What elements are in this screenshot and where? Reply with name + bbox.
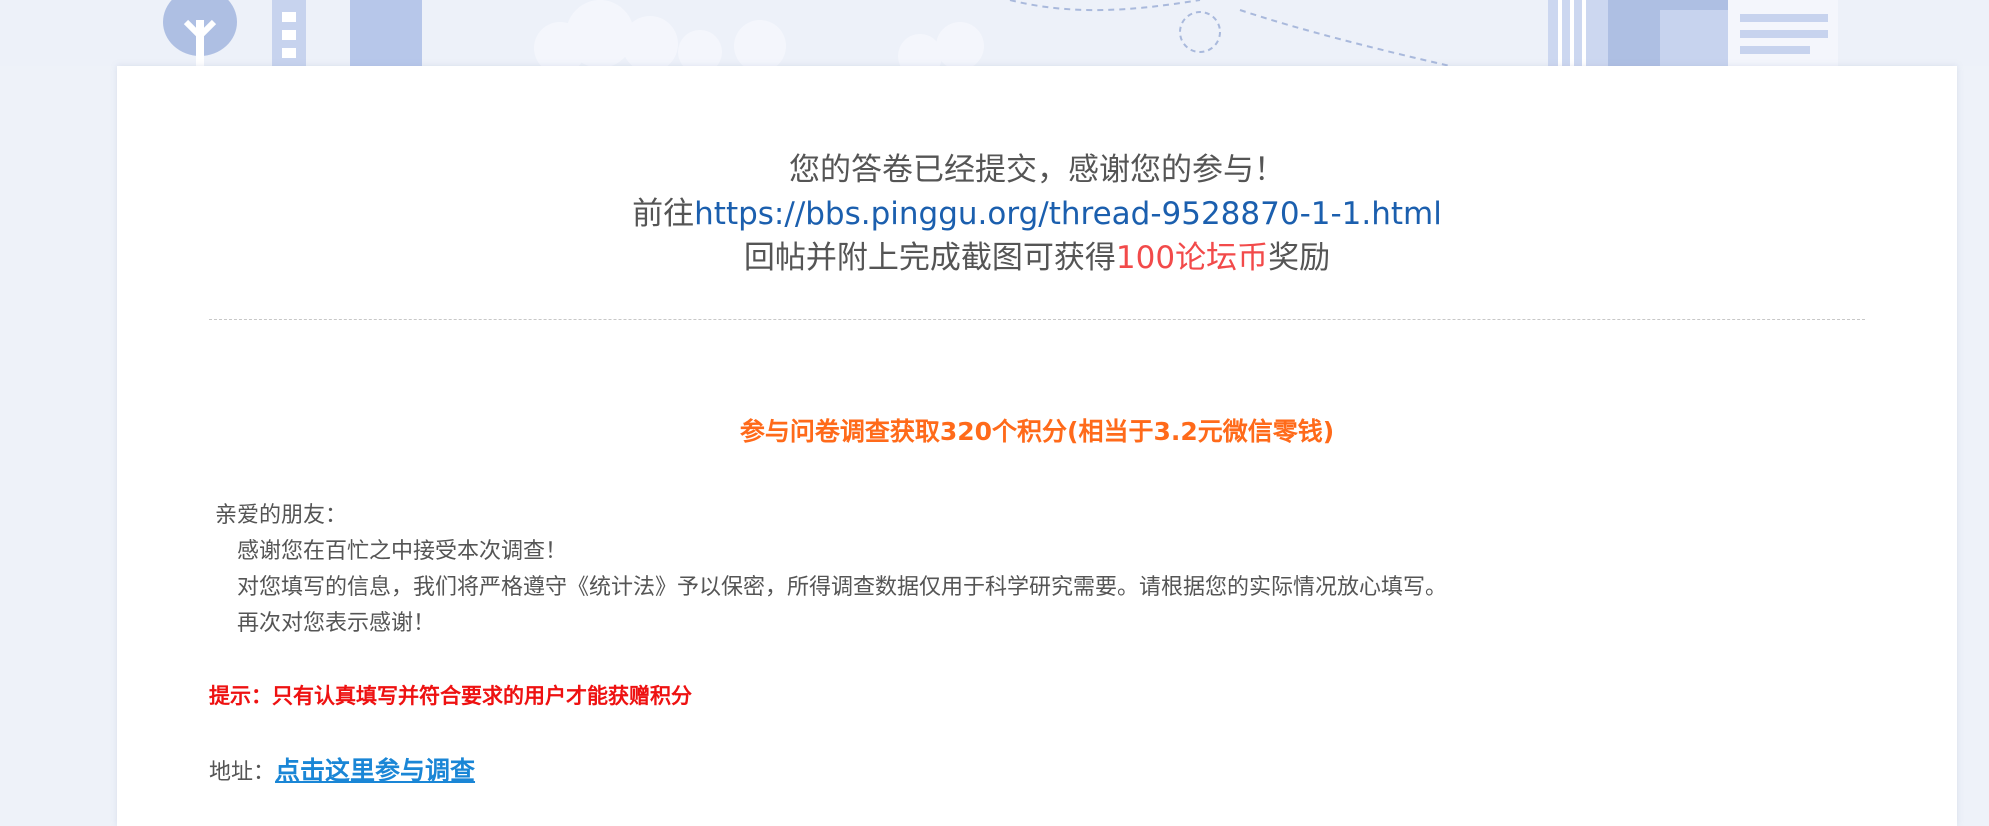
banner-illustration	[163, 0, 1838, 66]
header-banner	[0, 0, 1989, 66]
city-icon	[1548, 0, 1838, 66]
building-icon	[350, 0, 422, 66]
survey-intro-letter: 亲爱的朋友： 感谢您在百忙之中接受本次调查！ 对您填写的信息，我们将严格遵守《统…	[215, 498, 1447, 642]
letter-paragraph: 对您填写的信息，我们将严格遵守《统计法》予以保密，所得调查数据仅用于科学研究需要…	[237, 575, 1448, 600]
dashed-path	[1009, 0, 1451, 66]
survey-title: 参与问卷调查获取320个积分(相当于3.2元微信零钱)	[739, 417, 1335, 446]
confirmation-line-2: 前往https://bbs.pinggu.org/thread-9528870-…	[117, 192, 1957, 236]
confirmation-line-1: 您的答卷已经提交，感谢您的参与！	[789, 152, 1285, 188]
letter-paragraph: 再次对您表示感谢！	[237, 611, 436, 636]
reward-suffix: 奖励	[1268, 240, 1331, 276]
address-label: 地址：	[209, 760, 276, 785]
thread-link[interactable]: https://bbs.pinggu.org/thread-9528870-1-…	[694, 196, 1442, 232]
dashed-loop	[1179, 11, 1221, 53]
reward-amount: 100论坛币	[1115, 240, 1269, 276]
tower-icon	[272, 0, 306, 66]
reward-prefix: 回帖并附上完成截图可获得	[743, 240, 1116, 276]
confirmation-line-3: 回帖并附上完成截图可获得100论坛币奖励	[117, 236, 1957, 280]
letter-paragraph: 感谢您在百忙之中接受本次调查！	[237, 539, 568, 564]
cloud-icon	[534, 0, 984, 66]
submission-confirmation: 您的答卷已经提交，感谢您的参与！ 前往https://bbs.pinggu.or…	[117, 148, 1957, 280]
section-divider	[209, 319, 1865, 320]
survey-hint: 提示：只有认真填写并符合要求的用户才能获赠积分	[209, 684, 692, 708]
join-survey-link[interactable]: 点击这里参与调查	[275, 756, 475, 785]
result-card: 您的答卷已经提交，感谢您的参与！ 前往https://bbs.pinggu.or…	[117, 66, 1957, 826]
letter-greeting: 亲爱的朋友：	[215, 503, 348, 528]
goto-prefix: 前往	[632, 196, 695, 232]
tree-icon	[163, 0, 237, 66]
survey-address: 地址：点击这里参与调查	[209, 751, 475, 787]
